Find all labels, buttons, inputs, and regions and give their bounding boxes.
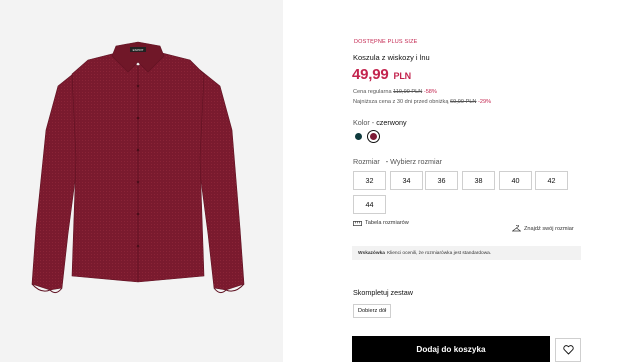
product-panel: DOSTĘPNE PLUS SIZE Koszula z wiskozy i l… [352, 0, 592, 362]
size-button-36[interactable]: 36 [425, 171, 458, 190]
lowest-discount: -29% [478, 99, 492, 105]
size-hint-box: Wskazówka Klienci ocenili, że rozmiarówk… [352, 246, 581, 260]
product-image[interactable]: ESPRIT [0, 0, 283, 362]
size-button-42[interactable]: 42 [535, 171, 568, 190]
size-button-40[interactable]: 40 [499, 171, 532, 190]
brand-tag-text: ESPRIT [133, 48, 144, 52]
regular-discount: -58% [423, 89, 437, 95]
lowest-price-label: Najniższa cena z 30 dni przed obniżką [353, 99, 449, 105]
product-title: Koszula z wiskozy i lnu [353, 53, 430, 62]
color-label-text: Kolor [353, 118, 370, 127]
lowest-price-line: Najniższa cena z 30 dni przed obniżką 69… [353, 99, 491, 105]
size-button-44[interactable]: 44 [353, 195, 386, 214]
heart-icon [562, 345, 574, 355]
hanger-icon [512, 225, 521, 232]
complete-set-heading: Skompletuj zestaw [353, 288, 413, 297]
color-swatch-czerwony-dot [370, 133, 377, 140]
color-swatch-czerwony[interactable] [367, 130, 380, 143]
regular-price-old: 119,99 PLN [393, 89, 423, 95]
size-table-link[interactable]: Tabela rozmiarów [353, 220, 409, 226]
size-table-label: Tabela rozmiarów [365, 220, 409, 226]
wishlist-button[interactable] [555, 338, 581, 362]
hint-title: Wskazówka [358, 250, 385, 256]
price-value: 49,99 [352, 66, 389, 83]
add-to-cart-button[interactable]: Dodaj do koszyka [352, 336, 550, 362]
color-separator: - [371, 118, 375, 127]
shirt-image: ESPRIT [31, 41, 245, 294]
color-swatch-dark-teal[interactable] [355, 133, 362, 140]
size-button-32[interactable]: 32 [353, 171, 386, 190]
ruler-icon [353, 220, 362, 226]
find-size-label: Znajdź swój rozmiar [524, 225, 574, 232]
size-label-text: Rozmiar [353, 157, 380, 166]
price-currency: PLN [393, 71, 412, 81]
color-label: Kolor - czerwony [353, 118, 407, 127]
match-bottom-button[interactable]: Dobierz dół [353, 304, 392, 318]
regular-price-label: Cena regularna [353, 89, 392, 95]
size-prompt: Wybierz rozmiar [390, 157, 443, 166]
size-button-34[interactable]: 34 [390, 171, 423, 190]
find-size-link[interactable]: Znajdź swój rozmiar [512, 225, 574, 232]
size-button-38[interactable]: 38 [462, 171, 495, 190]
current-price: 49,99 PLN [352, 66, 411, 83]
color-selected: czerwony [376, 118, 407, 127]
size-separator: - [385, 157, 389, 166]
regular-price-line: Cena regularna 119,99 PLN -58% [353, 89, 437, 95]
size-label: Rozmiar - Wybierz rozmiar [353, 157, 442, 166]
plus-size-badge: DOSTĘPNE PLUS SIZE [354, 39, 418, 45]
lowest-price-old: 69,99 PLN [450, 99, 477, 105]
hint-text: Klienci ocenili, że rozmiarówka jest sta… [386, 250, 492, 256]
